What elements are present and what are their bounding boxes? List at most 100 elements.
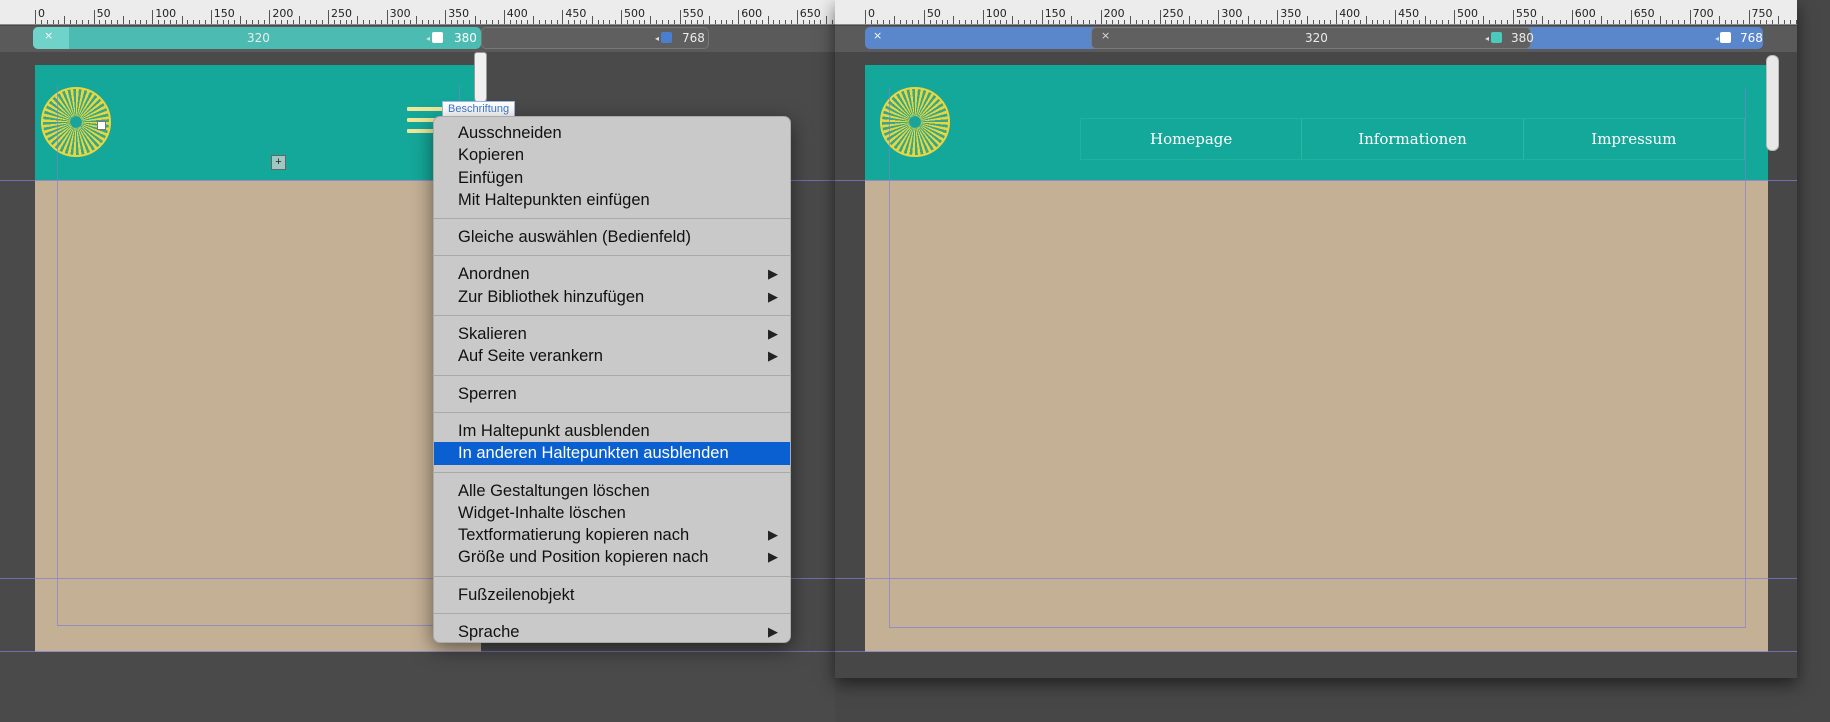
breakpoint-handle-icon[interactable]: [432, 32, 443, 43]
width-drag-handle[interactable]: [1766, 55, 1779, 151]
ruler-tick: [1029, 20, 1031, 24]
page-canvas[interactable]: +: [35, 65, 481, 652]
content-guide: [57, 625, 460, 626]
horizontal-ruler: 0 50 100 150 200 250 300 350 400 450 500 550 600 650: [0, 0, 835, 25]
arrow-left-icon: ◂: [1485, 34, 1490, 43]
ruler-tick: [1607, 20, 1609, 24]
ruler-tick: [1147, 20, 1149, 24]
menu-item[interactable]: Im Haltepunkt ausblenden: [434, 420, 790, 442]
ruler-tick: [1412, 20, 1414, 24]
close-icon[interactable]: ×: [873, 29, 882, 42]
width-drag-handle[interactable]: [474, 52, 487, 104]
horizontal-ruler: 0 50 100 150 200 250 300 350 400 450 500 550 600 650 7…: [835, 0, 1797, 25]
ruler-tick: [1436, 20, 1438, 24]
ruler-tick: [1271, 20, 1273, 24]
close-icon[interactable]: ×: [1101, 29, 1110, 42]
ruler-tick: [1507, 20, 1508, 24]
menu-item[interactable]: Zur Bibliothek hinzufügen ▶: [434, 286, 790, 308]
ruler-tick: [1772, 20, 1774, 24]
nav-item-informationen[interactable]: Informationen: [1302, 119, 1524, 159]
page-canvas[interactable]: Homepage Informationen Impressum: [865, 65, 1768, 652]
ruler-tick: [1542, 16, 1544, 24]
menu-item[interactable]: In anderen Haltepunkten ausblenden: [434, 442, 790, 465]
menu-item[interactable]: Kopieren: [434, 144, 790, 166]
menu-item[interactable]: Auf Seite verankern ▶: [434, 345, 790, 367]
ruler-tick: [533, 16, 535, 24]
menu-item[interactable]: Ausschneiden: [434, 122, 790, 144]
ruler-tick: [1695, 20, 1697, 24]
ruler-tick: [1495, 20, 1497, 24]
menu-separator: [434, 218, 790, 220]
ruler-number: 250: [1162, 7, 1184, 20]
ruler-tick: [738, 10, 740, 24]
ruler-tick: [802, 20, 804, 24]
ruler-tick: [755, 20, 757, 24]
breakpoint-range-768[interactable]: [481, 27, 709, 49]
breakpoint-min-label: 380: [454, 31, 477, 45]
ruler-tick: [953, 16, 955, 24]
add-icon[interactable]: +: [271, 155, 286, 170]
menu-item[interactable]: Sprache ▶: [434, 621, 790, 643]
nav-item-impressum[interactable]: Impressum: [1524, 119, 1744, 159]
menu-item[interactable]: Größe und Position kopieren nach ▶: [434, 546, 790, 568]
menu-item[interactable]: Mit Haltepunkten einfügen: [434, 189, 790, 211]
menu-item[interactable]: Fußzeilenobjekt: [434, 584, 790, 606]
ruler-tick: [269, 10, 271, 24]
menu-item[interactable]: Skalieren ▶: [434, 323, 790, 345]
ruler-tick: [1012, 16, 1014, 24]
menu-item-label: Anordnen: [458, 265, 530, 284]
nav-item-homepage[interactable]: Homepage: [1081, 119, 1303, 159]
ruler-tick: [163, 20, 165, 24]
ruler-tick: [1748, 10, 1750, 24]
ruler-tick: [568, 20, 570, 24]
breakpoint-bar: × × 320 ◂ 380 ◂ 768: [835, 26, 1797, 52]
menu-item-label: Ausschneiden: [458, 124, 562, 142]
ruler-number: 50: [96, 7, 111, 20]
ruler-tick: [492, 20, 494, 24]
ruler-number: 600: [1574, 7, 1596, 20]
ruler-tick: [1636, 20, 1638, 24]
ruler-number: 500: [1457, 7, 1478, 20]
ruler-tick: [35, 10, 36, 24]
ruler-tick: [456, 20, 458, 24]
ruler-tick: [1224, 20, 1226, 24]
ruler-tick: [1760, 20, 1762, 24]
ruler-tick: [1318, 20, 1320, 24]
ruler-tick: [906, 20, 908, 24]
ruler-tick: [462, 20, 464, 24]
close-icon[interactable]: ×: [44, 29, 53, 42]
menu-item[interactable]: Sperren: [434, 383, 790, 405]
ruler-tick: [1194, 20, 1196, 24]
ruler-tick: [292, 20, 294, 24]
ruler-tick: [965, 20, 967, 24]
ruler-number: 150: [1044, 7, 1066, 20]
resize-handle-icon[interactable]: [97, 121, 106, 130]
ruler-tick: [134, 20, 136, 24]
menu-item[interactable]: Textformatierung kopieren nach ▶: [434, 524, 790, 546]
ruler-tick: [181, 16, 183, 24]
ruler-tick: [644, 20, 646, 24]
ruler-tick: [105, 20, 107, 24]
menu-item[interactable]: Anordnen ▶: [434, 263, 790, 285]
ruler-tick: [257, 20, 259, 24]
menu-item[interactable]: Widget-Inhalte löschen: [434, 502, 790, 524]
ruler-tick: [941, 20, 943, 24]
ruler-number: 100: [985, 7, 1007, 20]
sun-logo-icon[interactable]: [880, 87, 950, 157]
menu-item[interactable]: Alle Gestaltungen löschen: [434, 480, 790, 502]
ruler-tick: [1088, 20, 1090, 24]
menu-item[interactable]: Gleiche auswählen (Bedienfeld): [434, 226, 790, 248]
ruler-tick: [1306, 16, 1308, 24]
ruler-tick: [333, 20, 335, 24]
ruler-tick: [410, 20, 412, 24]
menu-item[interactable]: Einfügen: [434, 167, 790, 189]
ruler-tick: [87, 20, 89, 24]
ruler-tick: [918, 20, 919, 24]
breakpoint-marker-icon[interactable]: [1491, 32, 1502, 43]
breakpoint-marker-icon[interactable]: [661, 32, 672, 43]
breakpoint-handle-icon[interactable]: [1720, 32, 1731, 43]
ruler-tick: [703, 20, 705, 24]
ruler-tick: [1707, 20, 1709, 24]
arrow-left-icon: ◂: [1715, 34, 1720, 43]
ruler-tick: [216, 20, 218, 24]
